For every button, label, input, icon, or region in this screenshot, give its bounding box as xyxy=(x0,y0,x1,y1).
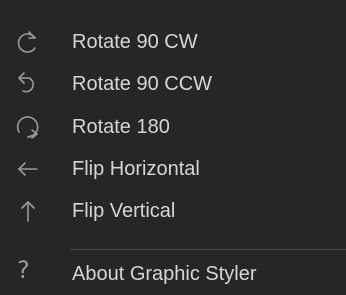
arrow-left-icon xyxy=(13,154,43,184)
menu-item-flip-horizontal[interactable]: Flip Horizontal xyxy=(0,148,346,190)
menu-item-flip-vertical[interactable]: Flip Vertical xyxy=(0,190,346,232)
context-menu: Rotate 90 CW Rotate 90 CCW Rotate 180 Fl… xyxy=(0,0,346,295)
question-mark-icon: ? xyxy=(17,256,30,284)
menu-item-rotate-180[interactable]: Rotate 180 xyxy=(0,106,346,148)
menu-item-label: About Graphic Styler xyxy=(72,263,257,285)
menu-divider xyxy=(70,249,346,250)
menu-item-rotate-90-cw[interactable]: Rotate 90 CW xyxy=(0,21,346,63)
menu-item-label: Flip Horizontal xyxy=(72,158,200,180)
menu-item-rotate-90-ccw[interactable]: Rotate 90 CCW xyxy=(0,63,346,105)
rotate-ccw-icon xyxy=(13,69,43,99)
menu-item-label: Rotate 90 CCW xyxy=(72,73,213,95)
menu-item-about-graphic-styler[interactable]: ? About Graphic Styler xyxy=(0,253,346,295)
rotate-cw-icon xyxy=(13,27,43,57)
menu-item-label: Rotate 180 xyxy=(72,116,170,138)
menu-item-label: Rotate 90 CW xyxy=(72,31,198,53)
rotate-180-icon xyxy=(13,112,43,142)
arrow-up-icon xyxy=(13,196,43,226)
menu-item-label: Flip Vertical xyxy=(72,200,176,222)
